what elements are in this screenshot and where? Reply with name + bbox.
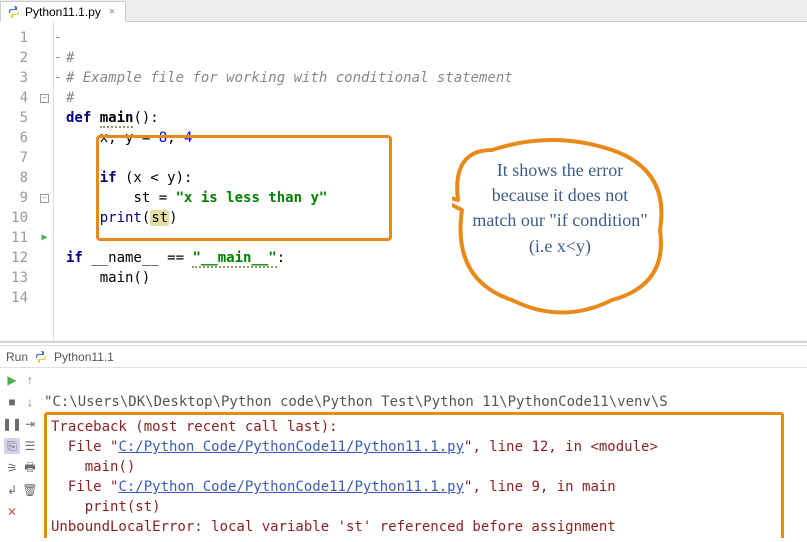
console-output[interactable]: "C:\Users\DK\Desktop\Python code\Python …: [38, 368, 807, 538]
run-config-name: Python11.1: [54, 350, 114, 364]
code-line: def main():: [66, 110, 159, 128]
fold-bar: [54, 22, 62, 341]
settings-icon[interactable]: ☰: [22, 438, 38, 454]
code-line: main(): [66, 270, 150, 286]
file-tab[interactable]: Python11.1.py ×: [0, 1, 126, 22]
close-tab-icon[interactable]: ×: [105, 6, 115, 18]
export-icon[interactable]: ⇥: [22, 416, 38, 432]
code-line: [66, 310, 74, 326]
code-line: [66, 230, 74, 246]
traceback-file-link[interactable]: C:/Python Code/PythonCode11/Python11.1.p…: [118, 479, 464, 495]
console-line: File "C:/Python Code/PythonCode11/Python…: [51, 479, 616, 495]
code-line: st = "x is less than y": [66, 190, 327, 206]
filter-icon[interactable]: ⚞: [4, 460, 20, 476]
wrap-icon[interactable]: ↲: [4, 482, 20, 498]
gutter-markers: − − ▶: [36, 22, 54, 341]
print-icon[interactable]: 🖶: [22, 460, 38, 476]
rerun-icon[interactable]: ▶: [4, 372, 20, 388]
run-panel-label: Run: [6, 350, 28, 364]
console-line: main(): [51, 459, 135, 475]
fold-icon[interactable]: −: [40, 94, 49, 103]
scroll-up-icon[interactable]: ↑: [22, 372, 38, 388]
trash-icon[interactable]: 🗑: [22, 482, 38, 498]
code-line: x, y = 8, 4: [66, 130, 192, 146]
code-line: # Example file for working with conditio…: [66, 70, 513, 86]
run-panel-header: Run Python11.1: [0, 346, 807, 368]
close-panel-icon[interactable]: ✕: [4, 504, 20, 520]
code-content[interactable]: # # Example file for working with condit…: [62, 22, 807, 341]
pause-icon[interactable]: ❚❚: [4, 416, 20, 432]
traceback-highlight-box: Traceback (most recent call last): File …: [44, 412, 784, 538]
code-line: if __name__ == "__main__":: [66, 250, 285, 268]
code-line: #: [66, 50, 74, 66]
fold-close-icon[interactable]: −: [40, 194, 49, 203]
run-console-panel: ▶ ↑ ■ ↓ ❚❚ ⇥ ⎘ ☰ ⚞ 🖶 ↲ 🗑 ✕ "C:\Users\DK\…: [0, 368, 807, 538]
console-line: File "C:/Python Code/PythonCode11/Python…: [51, 439, 658, 455]
attach-icon[interactable]: ⎘: [4, 438, 20, 454]
line-number-gutter: 1234567891011121314: [0, 22, 36, 341]
code-line: [66, 150, 74, 166]
run-gutter-icon[interactable]: ▶: [41, 228, 47, 248]
code-line: if (x < y):: [66, 170, 192, 186]
stop-icon[interactable]: ■: [4, 394, 20, 410]
python-run-icon: [34, 350, 48, 364]
file-tab-label: Python11.1.py: [25, 5, 101, 19]
code-line: #: [66, 90, 74, 106]
code-editor[interactable]: 1234567891011121314 − − ▶ # # Example fi…: [0, 22, 807, 342]
console-error-line: UnboundLocalError: local variable 'st' r…: [51, 519, 616, 535]
code-line: [66, 290, 74, 306]
editor-tab-bar: Python11.1.py ×: [0, 0, 807, 22]
python-file-icon: [7, 5, 21, 19]
code-line: print(st): [66, 210, 178, 226]
console-line: print(st): [51, 499, 161, 515]
console-line: Traceback (most recent call last):: [51, 419, 338, 435]
scroll-down-icon[interactable]: ↓: [22, 394, 38, 410]
traceback-file-link[interactable]: C:/Python Code/PythonCode11/Python11.1.p…: [118, 439, 464, 455]
console-toolbar: ▶ ↑ ■ ↓ ❚❚ ⇥ ⎘ ☰ ⚞ 🖶 ↲ 🗑 ✕: [0, 368, 38, 538]
console-line: "C:\Users\DK\Desktop\Python code\Python …: [44, 394, 668, 410]
